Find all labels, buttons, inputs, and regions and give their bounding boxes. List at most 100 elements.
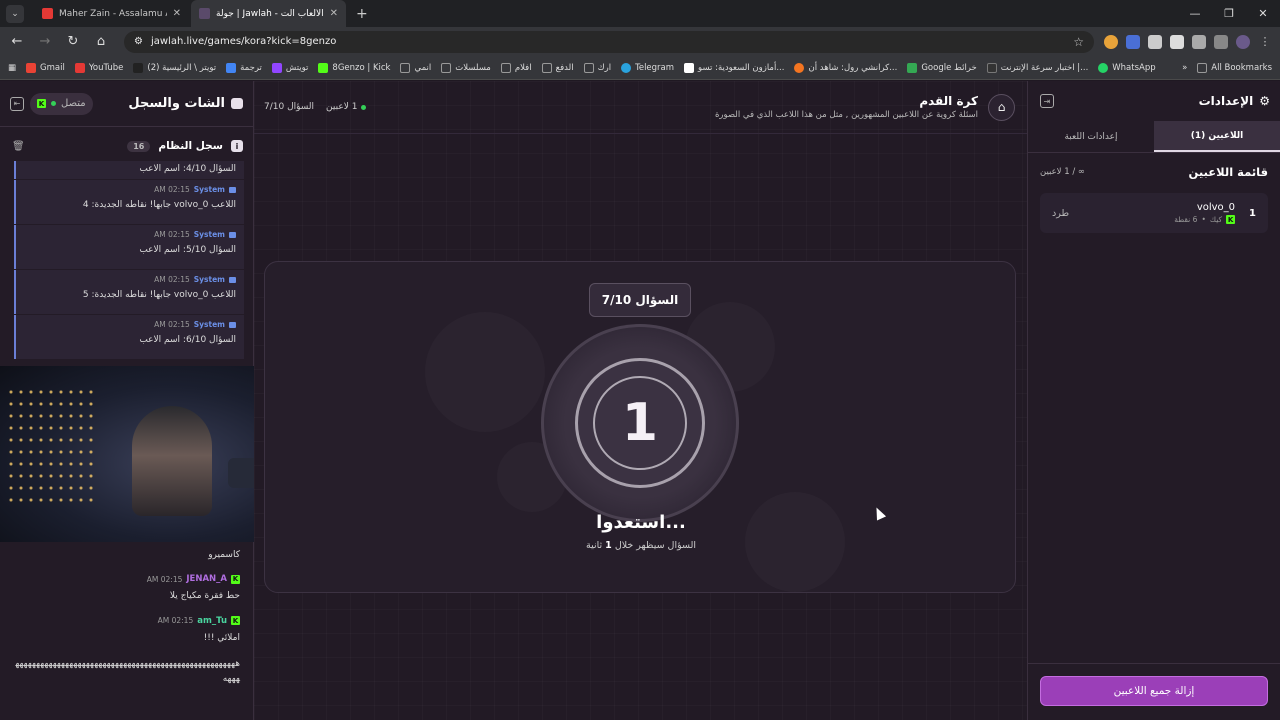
player-list-header: ∞ / 1 لاعبين قائمة اللاعبين <box>1028 165 1280 179</box>
tab-title: Maher Zain - Assalamu Alayka <box>59 8 167 19</box>
bookmark-item[interactable]: اختبار سرعة الإنترنت |... <box>986 62 1089 73</box>
kick-icon: K <box>231 574 240 584</box>
crunchyroll-icon <box>794 62 805 73</box>
chat-messages: كاسميرو K JENAN_A 02:15 AM حط فقرة مكياج ي… <box>0 543 254 698</box>
collapse-panel-icon[interactable]: ⇥ <box>1040 94 1054 108</box>
browser-chrome: ⌄ Maher Zain - Assalamu Alayka ✕ جولة | … <box>0 0 1280 80</box>
log-text: السؤال 6/10: اسم الاعب <box>139 335 236 345</box>
bookmark-folder[interactable]: افلام <box>500 62 532 73</box>
remove-all-players-button[interactable]: إزالة جميع اللاعبين <box>1040 676 1268 706</box>
address-bar[interactable]: ⚙ jawlah.live/games/kora?kick=8genzo ☆ <box>124 30 1094 53</box>
reload-button[interactable]: ↻ <box>64 34 82 49</box>
message-user[interactable]: JENAN_A <box>186 574 227 584</box>
browser-tab[interactable]: Maher Zain - Assalamu Alayka ✕ <box>34 0 189 27</box>
kick-player-button[interactable]: طرد <box>1052 208 1069 219</box>
extension-icon[interactable] <box>1170 34 1184 49</box>
restore-button[interactable]: ❐ <box>1212 0 1246 27</box>
jawlah-icon <box>199 8 210 19</box>
bookmark-item[interactable]: أمازون السعودية: تسو... <box>684 62 784 73</box>
toolbar: ← → ↻ ⌂ ⚙ jawlah.live/games/kora?kick=8g… <box>0 27 1280 56</box>
bookmark-item[interactable]: Gmail <box>26 62 65 73</box>
bookmark-folder[interactable]: مسلسلات <box>441 62 491 73</box>
forward-button[interactable]: → <box>36 34 54 49</box>
extension-icon[interactable] <box>1126 34 1140 49</box>
bookmark-folder[interactable]: ارك <box>583 62 612 73</box>
tab-players[interactable]: اللاعبين (1) <box>1154 121 1280 152</box>
bookmark-label: تويتش <box>285 62 309 73</box>
player-name: volvo_0 <box>1196 202 1236 213</box>
log-entry: System 02:15 AM اللاعب volvo_0 جابها! نقا… <box>14 180 244 224</box>
bookmark-star-icon[interactable]: ☆ <box>1073 35 1084 49</box>
bookmark-item[interactable]: YouTube <box>74 62 124 73</box>
tab-game-settings[interactable]: إعدادات اللعبة <box>1028 121 1154 152</box>
extension-icon[interactable] <box>1104 34 1118 49</box>
ready-sub-number: 1 <box>605 540 612 551</box>
bookmark-label: YouTube <box>88 62 124 73</box>
close-tab-icon[interactable]: ✕ <box>330 8 338 19</box>
more-bookmarks-icon[interactable]: » <box>1182 63 1187 73</box>
whatsapp-icon <box>1098 62 1109 73</box>
kick-icon: K <box>231 616 240 626</box>
bookmark-item[interactable]: تويتش <box>271 62 309 73</box>
extensions-puzzle-icon[interactable] <box>1192 34 1206 49</box>
bookmark-item[interactable]: كرانشي رول: شاهد أن... <box>794 62 897 73</box>
bookmark-label: WhatsApp <box>1112 62 1156 73</box>
media-icon[interactable] <box>1214 34 1228 49</box>
tab-search-button[interactable]: ⌄ <box>6 4 24 23</box>
message-text: حط فقرة مكياج يلا <box>169 591 240 602</box>
close-tab-icon[interactable]: ✕ <box>173 8 181 19</box>
system-icon <box>229 231 236 238</box>
all-bookmarks-label: All Bookmarks <box>1211 62 1272 73</box>
bookmark-item[interactable]: WhatsApp <box>1098 62 1156 73</box>
all-bookmarks[interactable]: All Bookmarks <box>1197 62 1272 73</box>
minimize-button[interactable]: — <box>1178 0 1212 27</box>
home-button[interactable]: ⌂ <box>92 34 110 49</box>
browser-tab-active[interactable]: جولة | Jawlah - منصة الألعاب الت... ✕ <box>191 0 346 27</box>
system-log-header: 🗑 i سجل النظام 16 <box>0 131 253 161</box>
bookmark-folder[interactable]: انمي <box>400 62 431 73</box>
close-window-button[interactable]: ✕ <box>1246 0 1280 27</box>
settings-tabs: إعدادات اللعبة اللاعبين (1) <box>1028 121 1280 153</box>
folder-icon <box>583 62 594 73</box>
divider <box>1028 663 1280 664</box>
chat-message: Kam_Tu 02:15 AM املائي !!! <box>14 616 240 645</box>
system-icon <box>229 186 236 193</box>
online-dot-icon <box>51 101 56 106</box>
trash-icon[interactable]: 🗑 <box>12 141 25 152</box>
message-user[interactable]: am_Tu <box>197 616 227 626</box>
question-badge: السؤال 7/10 <box>589 283 691 317</box>
home-icon[interactable]: ⌂ <box>988 93 1015 121</box>
folder-icon <box>400 62 411 73</box>
bookmark-icon <box>26 62 37 73</box>
bookmark-item[interactable]: 8Genzo | Kick <box>318 62 390 73</box>
bookmark-folder[interactable]: الدفع <box>541 62 574 73</box>
site-info-icon[interactable]: ⚙ <box>134 36 143 47</box>
log-time: 02:15 AM <box>154 185 190 194</box>
message-time: 02:15 AM <box>146 574 183 584</box>
bookmark-item[interactable]: Telegram <box>621 62 674 73</box>
question-progress: السؤال 7/10 <box>264 102 315 112</box>
ready-subtext: السؤال سيظهر خلال 1 ثانية <box>265 540 1015 551</box>
bookmark-item[interactable]: ترجمة <box>226 62 262 73</box>
profile-avatar[interactable] <box>1236 34 1250 49</box>
log-title[interactable]: i سجل النظام 16 <box>127 140 243 152</box>
bookmark-label: ارك <box>597 62 612 73</box>
chat-header: ⇤ K متصل الشات والسجل <box>0 81 253 127</box>
collapse-panel-icon[interactable]: ⇤ <box>10 96 24 111</box>
log-entry: System 02:15 AM السؤال 6/10: اسم الاعب <box>14 315 244 359</box>
folder-icon <box>500 62 511 73</box>
bookmark-label: اختبار سرعة الإنترنت |... <box>1000 62 1089 73</box>
log-entry: System 02:15 AM السؤال 5/10: اسم الاعب <box>14 225 244 269</box>
bookmark-item[interactable]: Google خرائط <box>907 62 977 73</box>
message-time: 02:15 AM <box>157 616 194 626</box>
back-button[interactable]: ← <box>8 34 26 49</box>
apps-icon[interactable]: ▦ <box>8 63 16 73</box>
chat-title: الشات والسجل <box>128 96 243 111</box>
menu-icon[interactable]: ⋮ <box>1258 35 1272 49</box>
extension-icon[interactable] <box>1148 34 1162 49</box>
string-lights <box>6 386 96 506</box>
log-sender: System <box>193 230 225 239</box>
bookmark-item[interactable]: (2) تويتر \ الرئيسية <box>133 62 216 73</box>
log-sender: System <box>193 185 225 194</box>
new-tab-button[interactable]: + <box>348 6 376 22</box>
